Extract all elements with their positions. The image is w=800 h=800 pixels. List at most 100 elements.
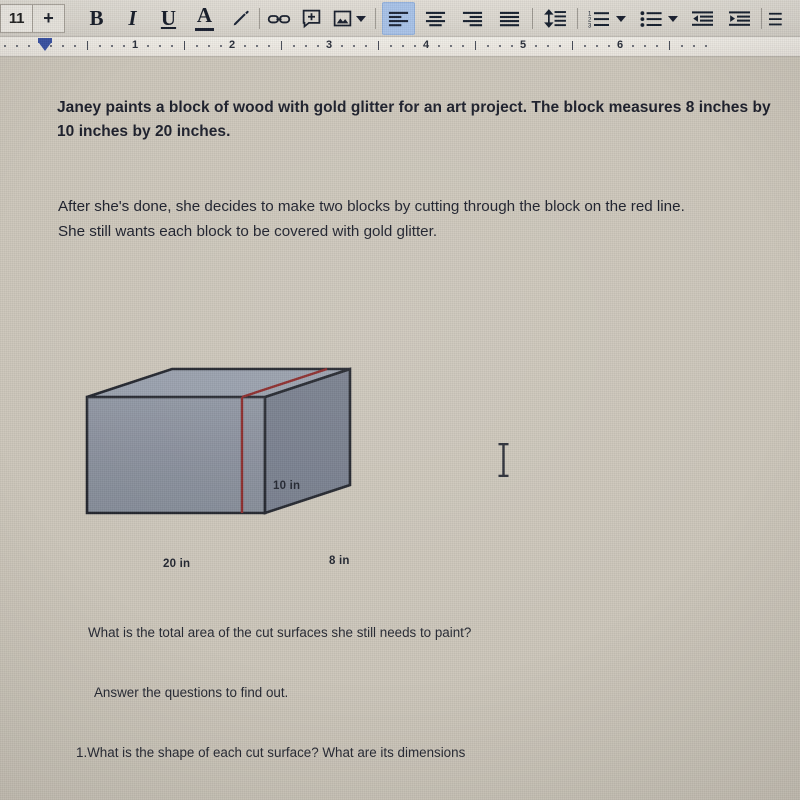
text-color-button[interactable]: A bbox=[191, 3, 218, 34]
ruler-minor-tick bbox=[219, 45, 222, 47]
ruler-minor-tick bbox=[171, 45, 174, 47]
paragraph-cut-description-line1: After she's done, she decides to make tw… bbox=[58, 198, 685, 215]
line-spacing-icon bbox=[543, 9, 566, 28]
left-indent-marker[interactable] bbox=[38, 38, 52, 53]
ruler-minor-tick bbox=[401, 45, 404, 47]
question-total-area: What is the total area of the cut surfac… bbox=[88, 625, 472, 640]
numbered-list-button[interactable]: 1 2 3 bbox=[585, 3, 613, 34]
insert-link-button[interactable] bbox=[267, 3, 291, 34]
decrease-indent-button[interactable] bbox=[689, 3, 717, 34]
rectangular-prism-diagram[interactable]: 10 in 20 in 8 in bbox=[70, 360, 400, 570]
italic-icon: I bbox=[128, 6, 137, 30]
indent-marker-triangle bbox=[39, 43, 51, 51]
ruler-inch-label: 5 bbox=[519, 39, 527, 51]
ruler-half-inch-tick bbox=[571, 41, 573, 50]
ruler-minor-tick bbox=[583, 45, 586, 47]
image-options-chevron-down-icon[interactable] bbox=[356, 15, 366, 22]
toolbar-divider bbox=[375, 8, 376, 29]
align-right-icon bbox=[462, 11, 483, 26]
question-1-shape: 1.What is the shape of each cut surface?… bbox=[76, 745, 466, 760]
ruler-minor-tick bbox=[656, 45, 659, 47]
ruler-minor-tick bbox=[632, 45, 635, 47]
ruler-minor-tick bbox=[304, 45, 307, 47]
add-comment-button[interactable] bbox=[301, 3, 322, 34]
ruler-minor-tick bbox=[680, 45, 683, 47]
ruler-inch-label: 2 bbox=[228, 39, 236, 51]
more-tools-button[interactable] bbox=[769, 3, 789, 34]
highlight-button[interactable] bbox=[230, 3, 252, 34]
increase-indent-icon bbox=[729, 10, 750, 26]
bold-button[interactable]: B bbox=[83, 3, 110, 34]
ruler-minor-tick bbox=[74, 45, 77, 47]
ruler-minor-tick bbox=[316, 45, 319, 47]
ruler-minor-tick bbox=[268, 45, 271, 47]
toolbar-divider bbox=[532, 8, 533, 29]
ruler-minor-tick bbox=[559, 45, 562, 47]
ruler-inch-label: 3 bbox=[325, 39, 333, 51]
paragraph-cut-description-line2: She still wants each block to be covered… bbox=[58, 223, 438, 240]
ruler-minor-tick bbox=[195, 45, 198, 47]
ruler-minor-tick bbox=[389, 45, 392, 47]
ruler-minor-tick bbox=[413, 45, 416, 47]
text-color-icon: A bbox=[196, 3, 213, 28]
align-justify-button[interactable] bbox=[494, 3, 525, 34]
formatting-toolbar: 11 + B I U A 1 2 3 bbox=[0, 0, 800, 37]
align-justify-icon bbox=[499, 11, 520, 26]
ruler-minor-tick bbox=[353, 45, 356, 47]
numbered-list-chevron-down-icon[interactable] bbox=[616, 15, 626, 22]
increase-font-size-button[interactable]: + bbox=[32, 5, 64, 32]
paragraph-problem-statement: Janey paints a block of wood with gold g… bbox=[57, 99, 771, 141]
ruler-minor-tick bbox=[535, 45, 538, 47]
ruler-minor-tick bbox=[595, 45, 598, 47]
align-center-button[interactable] bbox=[420, 3, 451, 34]
bold-icon: B bbox=[89, 6, 104, 30]
align-center-icon bbox=[425, 11, 446, 26]
ruler-inch-label: 4 bbox=[422, 39, 430, 51]
document-page[interactable]: Janey paints a block of wood with gold g… bbox=[0, 57, 800, 800]
insert-image-icon bbox=[333, 10, 352, 27]
align-left-button[interactable] bbox=[383, 3, 414, 34]
toolbar-divider bbox=[761, 8, 762, 29]
ruler-minor-tick bbox=[4, 45, 6, 47]
ruler-minor-tick bbox=[450, 45, 453, 47]
link-icon bbox=[267, 14, 291, 23]
dimension-label-height: 10 in bbox=[273, 480, 301, 492]
more-options-icon bbox=[769, 12, 782, 25]
ruler-half-inch-tick bbox=[183, 41, 185, 50]
ruler-minor-tick bbox=[365, 45, 368, 47]
increase-indent-button[interactable] bbox=[726, 3, 754, 34]
bulleted-list-icon bbox=[640, 10, 662, 27]
toolbar-divider bbox=[259, 8, 260, 29]
line-spacing-button[interactable] bbox=[540, 3, 570, 34]
text-color-swatch bbox=[195, 27, 214, 31]
ruler-half-inch-tick bbox=[86, 41, 88, 50]
pen-highlight-icon bbox=[233, 10, 249, 25]
ruler-minor-tick bbox=[692, 45, 695, 47]
align-left-icon bbox=[388, 11, 409, 26]
prism-svg bbox=[85, 367, 352, 515]
horizontal-ruler[interactable]: 1 2 3 4 5 6 bbox=[0, 37, 800, 57]
underline-button[interactable]: U bbox=[155, 3, 182, 34]
font-size-value[interactable]: 11 bbox=[1, 5, 32, 32]
ruler-minor-tick bbox=[159, 45, 162, 47]
insert-image-button[interactable] bbox=[332, 3, 353, 34]
ruler-minor-tick bbox=[498, 45, 501, 47]
bulleted-list-chevron-down-icon[interactable] bbox=[668, 15, 678, 22]
ruler-minor-tick bbox=[16, 45, 18, 47]
ruler-half-inch-tick bbox=[668, 41, 670, 50]
ruler-minor-tick bbox=[62, 45, 65, 47]
align-right-button[interactable] bbox=[457, 3, 488, 34]
underline-icon: U bbox=[160, 6, 177, 30]
ruler-minor-tick bbox=[607, 45, 610, 47]
font-size-control[interactable]: 11 + bbox=[0, 4, 65, 33]
ruler-minor-tick bbox=[644, 45, 647, 47]
bulleted-list-button[interactable] bbox=[637, 3, 665, 34]
i-beam-icon bbox=[498, 443, 509, 477]
ruler-minor-tick bbox=[110, 45, 113, 47]
ruler-minor-tick bbox=[207, 45, 210, 47]
ruler-minor-tick bbox=[292, 45, 295, 47]
ruler-minor-tick bbox=[147, 45, 150, 47]
ruler-minor-tick bbox=[244, 45, 247, 47]
italic-button[interactable]: I bbox=[119, 3, 146, 34]
ruler-minor-tick bbox=[462, 45, 465, 47]
